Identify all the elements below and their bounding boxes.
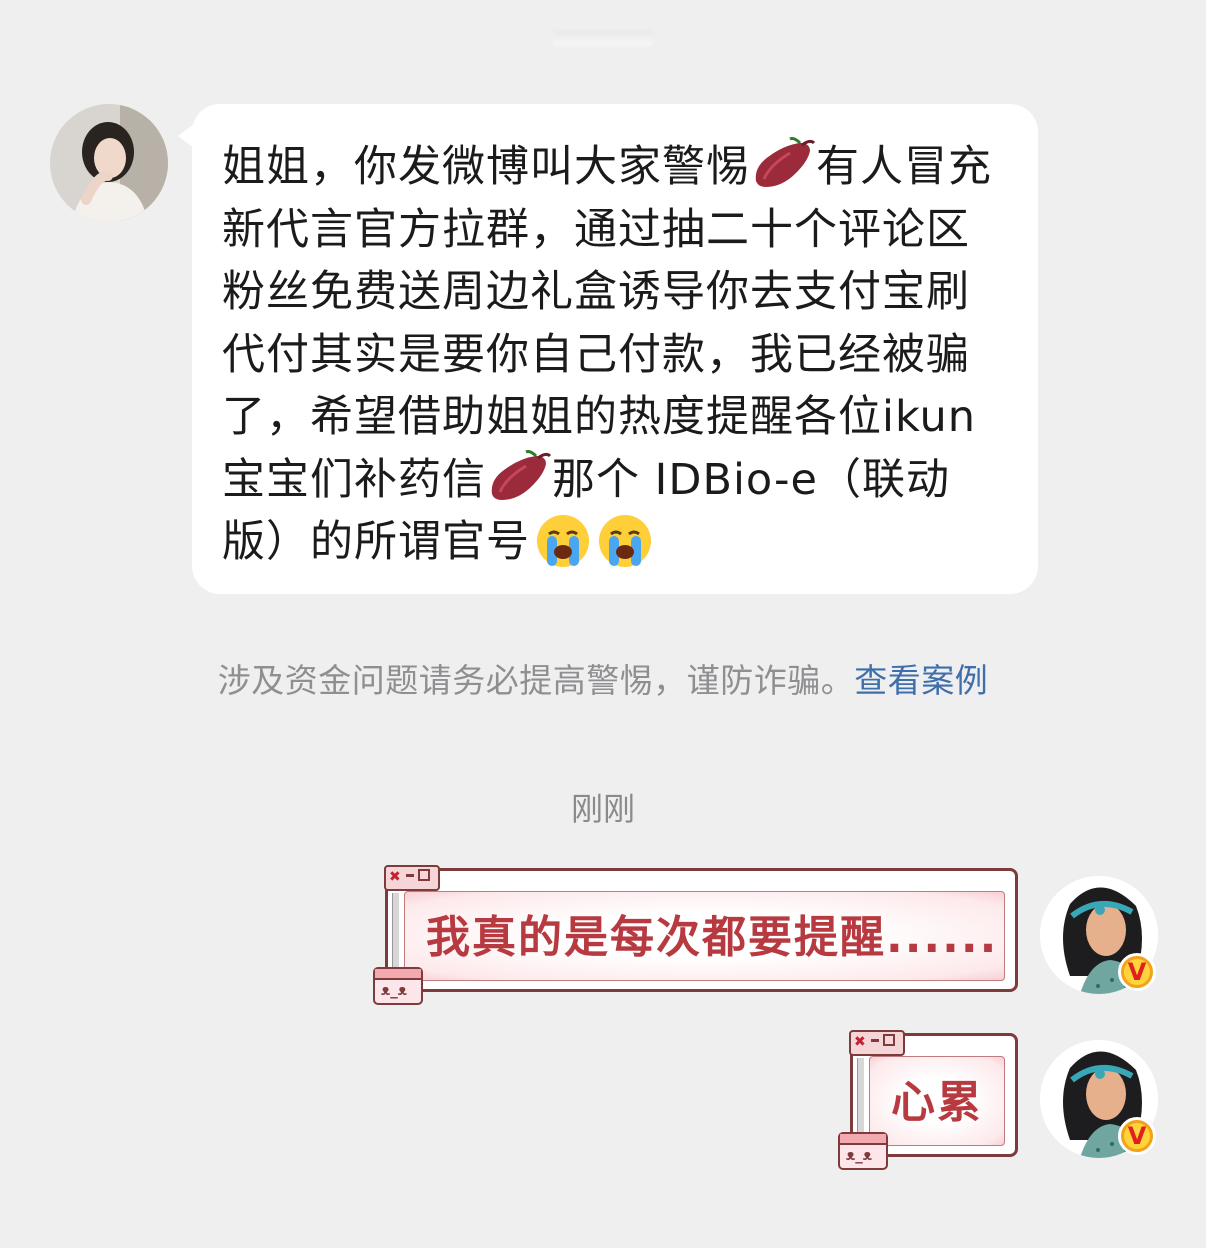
incoming-message-bubble[interactable]: 姐姐，你发微博叫大家警惕 有人冒充新代言官方拉群，通过抽二十个评论区粉丝免费送周边… xyxy=(178,104,1038,594)
verified-badge-icon: V xyxy=(1118,1117,1156,1155)
window-title-tab: ✖ xyxy=(384,865,440,891)
outgoing-message-bubble[interactable]: ✖ 心累 ᴥ_ᴥ xyxy=(838,1030,1018,1170)
window-title-tab: ✖ xyxy=(849,1030,905,1056)
fraud-warning-text: 涉及资金问题请务必提高警惕，谨防诈骗。 xyxy=(217,661,855,700)
window-scrollbar xyxy=(857,1058,864,1142)
window-scrollbar xyxy=(392,893,399,977)
outgoing-message-bubble[interactable]: ✖ 我真的是每次都要提醒...... ᴥ_ᴥ xyxy=(373,865,1018,1005)
message-timestamp: 刚刚 xyxy=(570,790,635,828)
top-drag-handle xyxy=(553,30,653,46)
outgoing-message-text: 心累 xyxy=(891,1077,983,1128)
svg-text:✖: ✖ xyxy=(389,869,401,885)
verified-badge-label: V xyxy=(1124,959,1150,985)
message-text-part2: 有人冒充新代言官方拉群，通过抽二十个评论区粉丝免费送周边礼盒诱导你去支付宝刷代付… xyxy=(222,142,992,505)
incoming-message-text: 姐姐，你发微博叫大家警惕 有人冒充新代言官方拉群，通过抽二十个评论区粉丝免费送周边… xyxy=(222,136,1012,574)
crying-face-emoji-icon xyxy=(537,515,589,567)
verified-badge-label: V xyxy=(1124,1123,1150,1149)
view-cases-link[interactable]: 查看案例 xyxy=(854,661,988,700)
message-text-part1: 姐姐，你发微博叫大家警惕 xyxy=(222,142,750,192)
mini-window-sticker: ᴥ_ᴥ xyxy=(838,1132,888,1170)
sweet-potato-emoji-icon xyxy=(491,449,552,500)
crying-face-emoji-icon xyxy=(599,515,651,567)
sweet-potato-emoji-icon xyxy=(755,137,816,187)
sender-avatar[interactable] xyxy=(50,104,168,222)
verified-badge-icon: V xyxy=(1118,953,1156,991)
mini-window-sticker: ᴥ_ᴥ xyxy=(373,967,423,1005)
svg-text:✖: ✖ xyxy=(854,1034,866,1050)
outgoing-message-text: 我真的是每次都要提醒...... xyxy=(426,912,999,963)
fraud-warning: 涉及资金问题请务必提高警惕，谨防诈骗。查看案例 xyxy=(0,654,1206,702)
